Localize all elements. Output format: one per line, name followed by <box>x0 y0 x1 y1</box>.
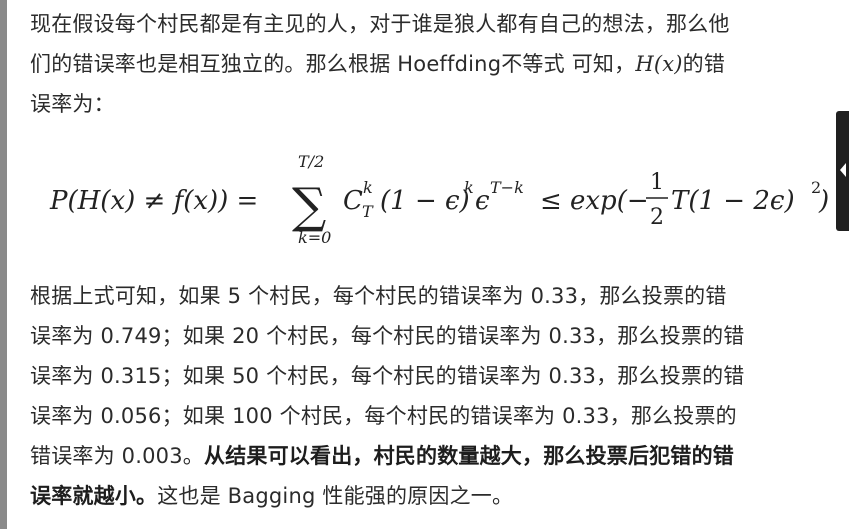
exp-close: ) <box>818 186 829 216</box>
sum-upper-limit: T/2 <box>298 152 324 171</box>
side-collapse-toggle[interactable] <box>836 111 849 231</box>
sum-symbol: ∑ <box>292 178 326 234</box>
sum-lower-limit: k=0 <box>298 228 331 247</box>
results-line-6: 误率就越小。这也是 Bagging 性能强的原因之一。 <box>30 476 830 516</box>
hoeffding-formula: P(H(x) ≠ f(x)) = T/2 ∑ k=0 C k T (1 − ϵ)… <box>49 152 829 247</box>
combination-symbol: C <box>343 186 363 216</box>
exp-open: exp(− <box>570 186 649 216</box>
paragraph-results: 根据上式可知，如果 5 个村民，每个村民的错误率为 0.33，那么投票的错 误率… <box>30 276 830 516</box>
fraction-denominator: 2 <box>650 205 664 230</box>
formula-lhs: P(H(x) ≠ f(x)) = <box>49 186 258 216</box>
conclusion-bold-1: 从结果可以看出，村民的数量越大，那么投票后犯错的错 <box>204 444 734 468</box>
results-line-5: 错误率为 0.003。从结果可以看出，村民的数量越大，那么投票后犯错的错 <box>30 436 830 476</box>
combination-sup: k <box>363 178 373 197</box>
term-one-minus-eps: (1 − ϵ) <box>380 186 470 216</box>
term-eps: ϵ <box>475 186 490 216</box>
fraction-numerator: 1 <box>650 170 664 195</box>
left-accent-bar <box>0 0 7 529</box>
chevron-left-icon <box>840 163 846 177</box>
term-power-t-minus-k: T−k <box>490 178 524 197</box>
term-power-k: k <box>464 178 474 197</box>
conclusion-bold-2: 误率就越小。 <box>30 484 158 508</box>
results-line-1: 根据上式可知，如果 5 个村民，每个村民的错误率为 0.33，那么投票的错 <box>30 284 727 308</box>
results-line-6-text: 这也是 Bagging 性能强的原因之一。 <box>157 484 514 508</box>
results-line-2: 误率为 0.749；如果 20 个村民，每个村民的错误率为 0.33，那么投票的… <box>30 324 745 348</box>
results-line-3: 误率为 0.315；如果 50 个村民，每个村民的错误率为 0.33，那么投票的… <box>30 364 745 388</box>
results-line-5-text: 错误率为 0.003。 <box>30 444 204 468</box>
exp-body: T(1 − 2ϵ) <box>671 186 795 216</box>
combination-sub: T <box>362 202 374 221</box>
results-line-4: 误率为 0.056；如果 100 个村民，每个村民的错误率为 0.33，那么投票… <box>30 404 737 428</box>
inequality-sign: ≤ <box>540 186 562 216</box>
